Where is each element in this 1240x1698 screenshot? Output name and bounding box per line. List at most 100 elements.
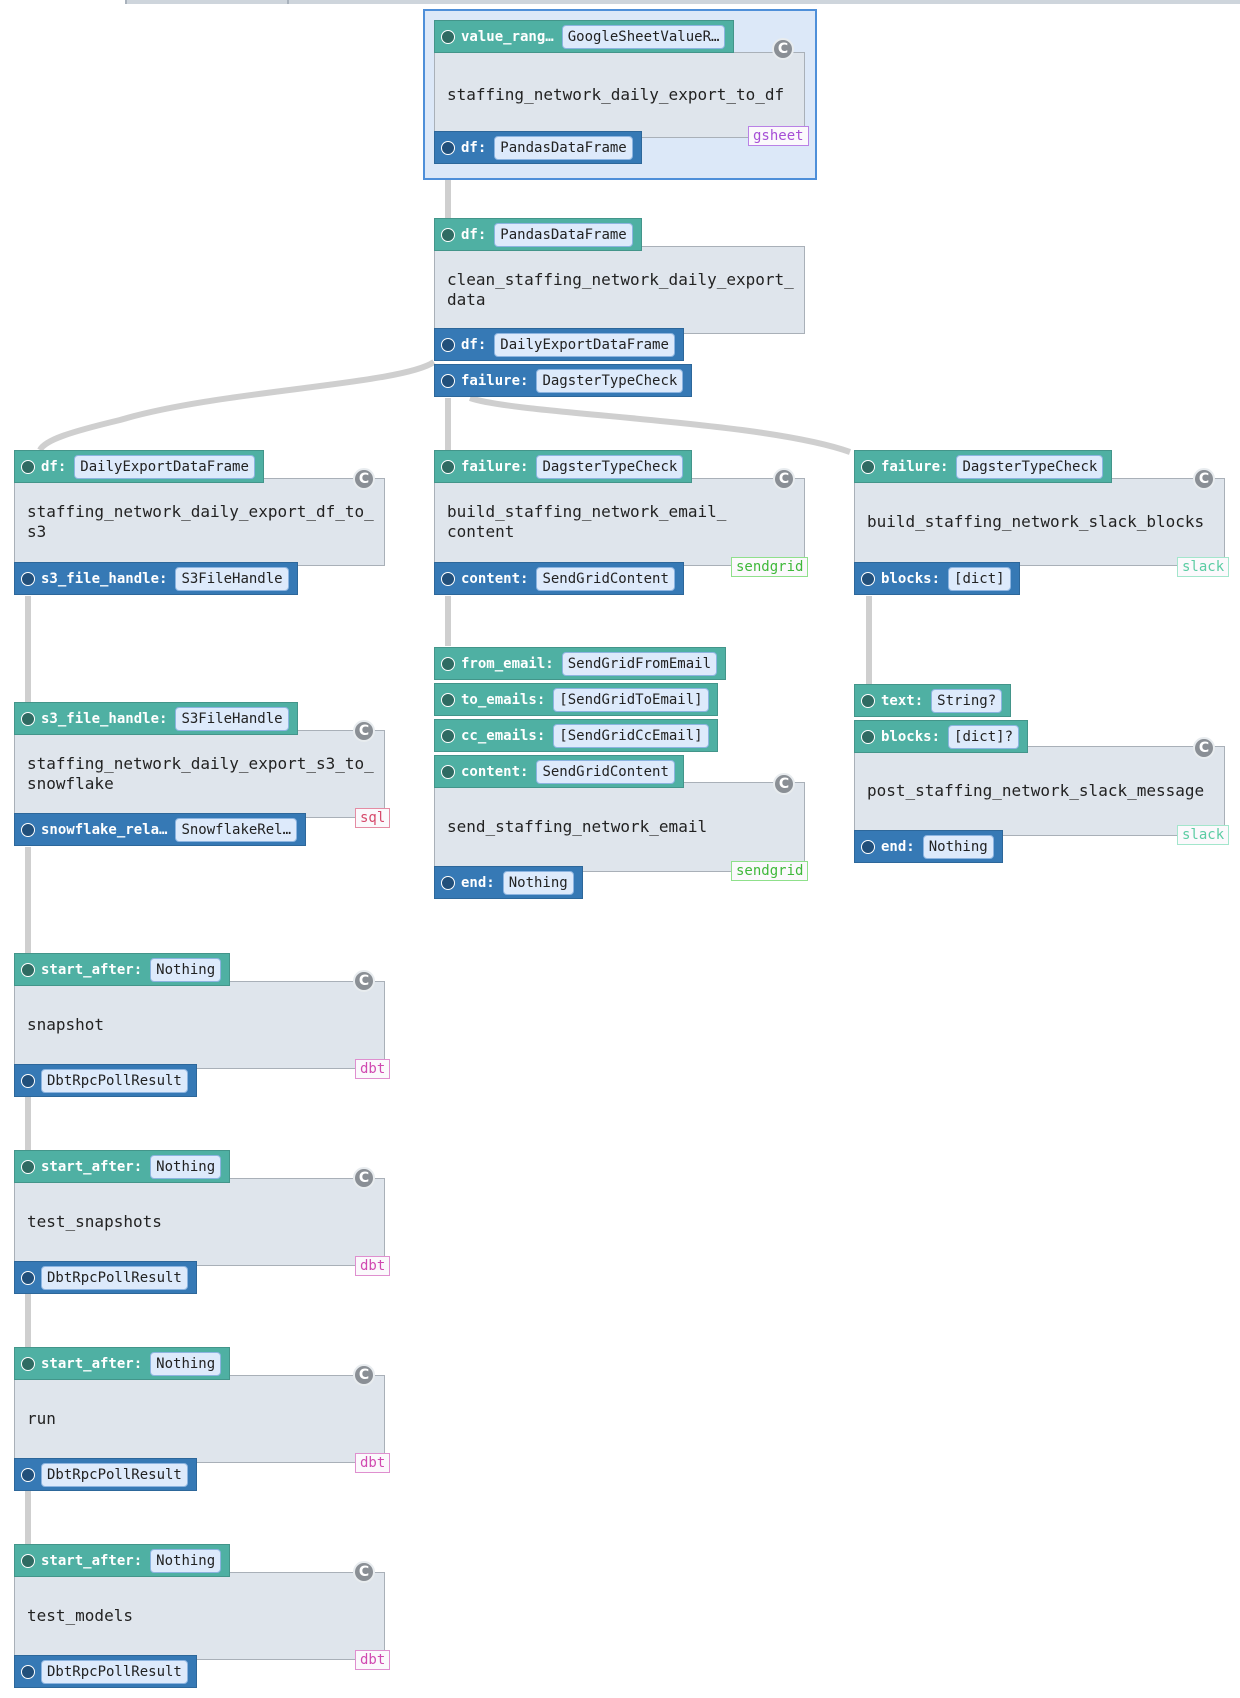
port-circle-icon[interactable] (21, 1270, 35, 1285)
input-port[interactable]: start_after: Nothing (14, 1544, 231, 1577)
port-circle-icon[interactable] (861, 571, 875, 586)
output-port[interactable]: DbtRpcPollResult (14, 1261, 197, 1294)
port-circle-icon[interactable] (441, 373, 455, 388)
port-circle-icon[interactable] (441, 459, 455, 474)
input-port[interactable]: content: SendGridContent (434, 755, 684, 788)
op-name: test_models (27, 1606, 133, 1625)
input-port[interactable]: start_after: Nothing (14, 1347, 231, 1380)
op-name: clean_staffing_network_daily_export_ dat… (447, 270, 794, 309)
input-port[interactable]: failure: DagsterTypeCheck (434, 450, 693, 483)
op-body[interactable]: test_models (14, 1572, 385, 1660)
port-label: value_rang… (461, 28, 554, 45)
port-circle-icon[interactable] (21, 962, 35, 977)
port-type: DailyExportDataFrame (494, 332, 675, 357)
port-circle-icon[interactable] (441, 227, 455, 242)
port-circle-icon[interactable] (21, 1356, 35, 1371)
input-port[interactable]: to_emails: [SendGridToEmail] (434, 683, 718, 716)
output-port[interactable]: content: SendGridContent (434, 562, 684, 595)
port-circle-icon[interactable] (21, 1664, 35, 1679)
input-port[interactable]: from_email: SendGridFromEmail (434, 647, 727, 680)
port-circle-icon[interactable] (861, 729, 875, 744)
port-type: DbtRpcPollResult (41, 1265, 188, 1290)
port-circle-icon[interactable] (21, 1159, 35, 1174)
port-type: S3FileHandle (175, 566, 289, 591)
port-type: DbtRpcPollResult (41, 1068, 188, 1093)
op-body[interactable]: staffing_network_daily_export_df_to_ s3 (14, 478, 385, 566)
port-circle-icon[interactable] (21, 1073, 35, 1088)
port-circle-icon[interactable] (861, 693, 875, 708)
op-body[interactable]: snapshot (14, 981, 385, 1069)
output-port[interactable]: snowflake_rela… SnowflakeRel… (14, 813, 307, 846)
input-port[interactable]: cc_emails: [SendGridCcEmail] (434, 719, 718, 752)
port-circle-icon[interactable] (441, 29, 455, 44)
port-circle-icon[interactable] (441, 875, 455, 890)
port-label: df: (461, 139, 487, 156)
port-label: start_after: (41, 1158, 143, 1175)
op-body[interactable]: post_staffing_network_slack_message (854, 746, 1225, 836)
port-circle-icon[interactable] (21, 1553, 35, 1568)
edge-clean-to-s3 (37, 359, 436, 452)
op-body[interactable]: staffing_network_daily_export_s3_to_ sno… (14, 730, 385, 818)
port-circle-icon[interactable] (441, 692, 455, 707)
input-port[interactable]: df: PandasDataFrame (434, 218, 642, 251)
output-port[interactable]: DbtRpcPollResult (14, 1064, 197, 1097)
input-port[interactable]: s3_file_handle: S3FileHandle (14, 702, 298, 735)
port-circle-icon[interactable] (21, 571, 35, 586)
op-body[interactable]: build_staffing_network_email_ content (434, 478, 805, 566)
op-body[interactable]: clean_staffing_network_daily_export_ dat… (434, 246, 805, 334)
op-body[interactable]: run (14, 1375, 385, 1463)
port-circle-icon[interactable] (441, 140, 455, 155)
output-port[interactable]: df: DailyExportDataFrame (434, 328, 684, 361)
output-port[interactable]: df: PandasDataFrame (434, 131, 642, 164)
port-label: end: (881, 838, 915, 855)
input-port[interactable]: text: String? (854, 684, 1012, 717)
port-circle-icon[interactable] (441, 571, 455, 586)
port-circle-icon[interactable] (441, 337, 455, 352)
op-body[interactable]: send_staffing_network_email (434, 782, 805, 872)
output-port[interactable]: DbtRpcPollResult (14, 1655, 197, 1688)
port-label: blocks: (881, 570, 941, 587)
input-port[interactable]: start_after: Nothing (14, 1150, 231, 1183)
op-name: run (27, 1409, 56, 1428)
port-type: String? (931, 688, 1003, 713)
output-port[interactable]: blocks: [dict] (854, 562, 1020, 595)
compute-icon: C (1193, 737, 1215, 759)
output-port[interactable]: DbtRpcPollResult (14, 1458, 197, 1491)
port-label: failure: (461, 372, 529, 389)
op-name: staffing_network_daily_export_s3_to_ sno… (27, 754, 374, 793)
port-type: S3FileHandle (175, 706, 289, 731)
output-port[interactable]: s3_file_handle: S3FileHandle (14, 562, 298, 595)
compute-icon: C (772, 38, 794, 60)
port-circle-icon[interactable] (21, 459, 35, 474)
op-name: build_staffing_network_slack_blocks (867, 512, 1205, 531)
port-circle-icon[interactable] (861, 459, 875, 474)
port-label: start_after: (41, 1355, 143, 1372)
port-label: blocks: (881, 728, 941, 745)
op-body[interactable]: test_snapshots (14, 1178, 385, 1266)
port-circle-icon[interactable] (441, 764, 455, 779)
port-circle-icon[interactable] (441, 656, 455, 671)
port-circle-icon[interactable] (441, 728, 455, 743)
input-port[interactable]: df: DailyExportDataFrame (14, 450, 264, 483)
op-body[interactable]: build_staffing_network_slack_blocks (854, 478, 1225, 566)
kind-tag-dbt: dbt (355, 1453, 391, 1473)
input-port[interactable]: blocks: [dict]? (854, 720, 1029, 753)
input-port[interactable]: failure: DagsterTypeCheck (854, 450, 1113, 483)
input-port[interactable]: value_rang… GoogleSheetValueR… (434, 20, 735, 53)
output-port[interactable]: failure: DagsterTypeCheck (434, 364, 693, 397)
port-circle-icon[interactable] (861, 839, 875, 854)
output-port[interactable]: end: Nothing (434, 866, 583, 899)
kind-tag-gsheet: gsheet (748, 126, 809, 146)
input-port[interactable]: start_after: Nothing (14, 953, 231, 986)
port-circle-icon[interactable] (21, 1467, 35, 1482)
compute-icon: C (773, 773, 795, 795)
port-label: snowflake_rela… (41, 821, 168, 838)
port-type: Nothing (922, 834, 994, 859)
output-port[interactable]: end: Nothing (854, 830, 1003, 863)
port-circle-icon[interactable] (21, 822, 35, 837)
port-type: SendGridFromEmail (561, 651, 718, 676)
port-circle-icon[interactable] (21, 711, 35, 726)
port-type: DagsterTypeCheck (536, 454, 684, 479)
kind-tag-slack: slack (1177, 557, 1230, 577)
port-type: [dict] (948, 566, 1011, 591)
